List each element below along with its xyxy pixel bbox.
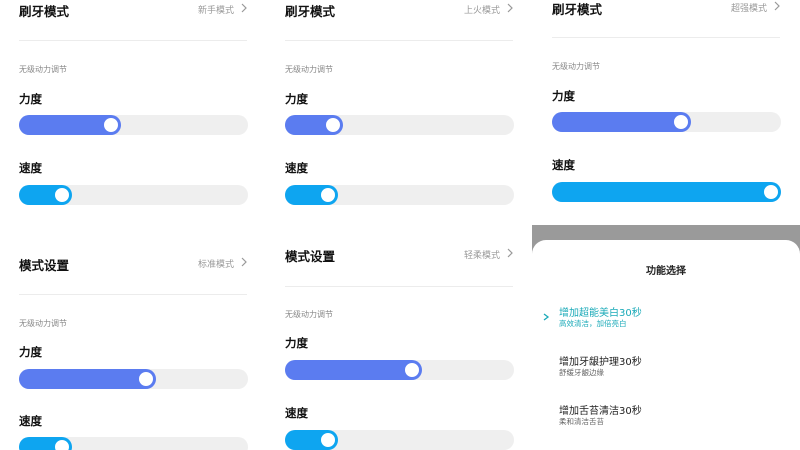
- speed-label: 速度: [285, 406, 308, 420]
- speed-label: 速度: [19, 161, 42, 175]
- mode-settings-row[interactable]: 模式设置 轻柔模式: [266, 246, 532, 266]
- panel-hot: 刷牙模式 上火模式 无级动力调节 力度 速度 模式设置 轻柔模式 无级动力调节 …: [266, 0, 532, 450]
- section-hint: 无级动力调节: [19, 65, 67, 74]
- strength-slider-knob[interactable]: [101, 116, 120, 134]
- divider: [552, 37, 780, 38]
- brush-mode-row[interactable]: 刷牙模式 新手模式: [0, 1, 266, 21]
- strength-label: 力度: [19, 92, 42, 106]
- speed-label: 速度: [285, 161, 308, 175]
- chevron-right-icon: [504, 246, 516, 260]
- brush-mode-row[interactable]: 刷牙模式 上火模式: [266, 1, 532, 21]
- mode-settings-value: 轻柔模式: [463, 251, 500, 261]
- speed-slider[interactable]: [285, 185, 514, 205]
- strength-slider[interactable]: [285, 115, 514, 135]
- strength-slider-knob[interactable]: [403, 361, 422, 379]
- strength-slider-knob[interactable]: [137, 370, 156, 388]
- strength-label: 力度: [19, 345, 42, 359]
- strength-label: 力度: [552, 89, 575, 103]
- panel-super: 刷牙模式 超强模式 无级动力调节 力度 速度 功能选择 增加超能美白30秒 高效…: [532, 0, 800, 450]
- strength-slider[interactable]: [552, 112, 781, 132]
- brush-mode-title: 刷牙模式: [552, 2, 603, 17]
- brush-mode-value: 超强模式: [730, 4, 767, 14]
- strength-label: 力度: [285, 92, 308, 106]
- brush-mode-row[interactable]: 刷牙模式 超强模式: [532, 0, 800, 19]
- option-title: 增加舌苔清洁30秒: [559, 406, 642, 417]
- strength-label: 力度: [285, 336, 308, 350]
- strength-slider-fill: [552, 112, 692, 132]
- chevron-right-icon: [238, 1, 250, 15]
- brush-mode-value: 上火模式: [463, 6, 500, 16]
- mode-settings-row[interactable]: 模式设置 标准模式: [0, 255, 266, 275]
- strength-slider-knob[interactable]: [672, 113, 691, 131]
- option-subtitle: 柔和清洁舌苔: [559, 417, 604, 426]
- speed-label: 速度: [552, 158, 575, 172]
- section-hint: 无级动力调节: [552, 62, 600, 71]
- strength-slider-fill: [19, 369, 157, 389]
- brush-mode-title: 刷牙模式: [285, 4, 336, 19]
- strength-slider[interactable]: [19, 369, 248, 389]
- section-hint: 无级动力调节: [19, 319, 67, 328]
- option-title: 增加牙龈护理30秒: [559, 357, 642, 368]
- divider: [19, 40, 247, 41]
- mode-settings-title: 模式设置: [19, 258, 70, 273]
- speed-slider-fill: [552, 182, 781, 202]
- chevron-right-icon: [504, 1, 516, 15]
- option-subtitle: 高效清洁，加倍亮白: [559, 319, 627, 328]
- function-select-sheet: 功能选择 增加超能美白30秒 高效清洁，加倍亮白 增加牙龈护理30秒 舒缓牙龈边…: [532, 240, 800, 450]
- option-subtitle: 舒缓牙龈边缘: [559, 368, 604, 377]
- speed-slider[interactable]: [19, 437, 248, 450]
- speed-slider[interactable]: [285, 430, 514, 450]
- speed-slider-knob[interactable]: [762, 183, 780, 201]
- option-title: 增加超能美白30秒: [559, 308, 642, 319]
- strength-slider-fill: [285, 360, 423, 380]
- section-hint: 无级动力调节: [285, 65, 333, 74]
- divider: [19, 294, 247, 295]
- brush-mode-value: 新手模式: [197, 6, 234, 16]
- strength-slider[interactable]: [285, 360, 514, 380]
- check-icon: [541, 307, 551, 321]
- strength-slider[interactable]: [19, 115, 248, 135]
- chevron-right-icon: [238, 255, 250, 269]
- section-hint: 无级动力调节: [285, 310, 333, 319]
- chevron-right-icon: [771, 0, 783, 13]
- panel-novice: 刷牙模式 新手模式 无级动力调节 力度 速度 模式设置 标准模式 无级动力调节 …: [0, 0, 266, 450]
- speed-slider[interactable]: [552, 182, 781, 202]
- divider: [285, 286, 513, 287]
- mode-settings-value: 标准模式: [197, 260, 234, 270]
- speed-label: 速度: [19, 414, 42, 428]
- sheet-title: 功能选择: [646, 266, 686, 277]
- divider: [285, 40, 513, 41]
- brush-mode-title: 刷牙模式: [19, 4, 70, 19]
- speed-slider[interactable]: [19, 185, 248, 205]
- mode-settings-title: 模式设置: [285, 249, 336, 264]
- strength-slider-knob[interactable]: [323, 116, 342, 134]
